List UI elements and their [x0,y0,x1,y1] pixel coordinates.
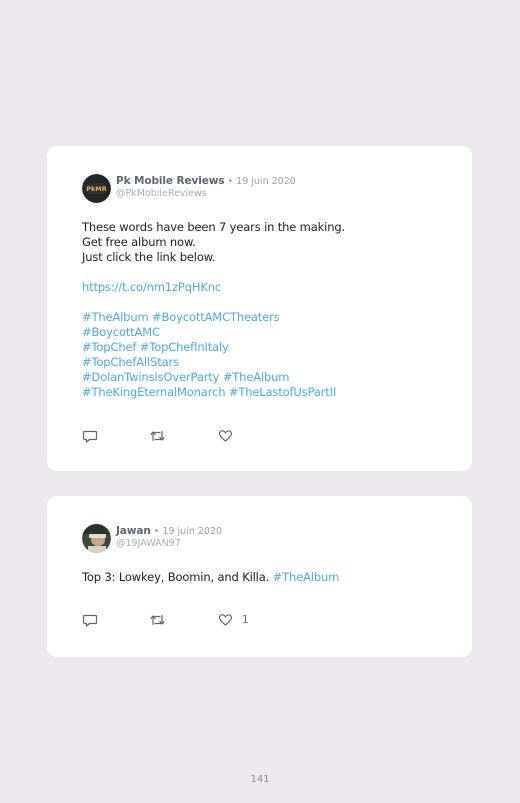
reply-button[interactable] [82,612,98,628]
heart-icon [218,430,233,442]
tweet-author: Jawan • 19 juin 2020 @19JAWAN97 [116,525,222,550]
page-number: 141 [250,774,270,785]
like-button[interactable]: 1 [218,612,249,628]
tweet-card: Jawan • 19 juin 2020 @19JAWAN97 Top 3: L… [47,496,472,657]
retweet-icon [150,614,165,626]
tweet-line: Top 3: Lowkey, Boomin, and Killa. [82,570,273,584]
tweet-date: • 19 juin 2020 [150,526,223,537]
like-button[interactable] [218,428,233,444]
tweet-link[interactable]: https://t.co/nm1zPqHKnc [82,280,442,295]
tweet-line: Just click the link below. [82,250,216,264]
reply-button[interactable] [82,428,98,444]
hashtag-line[interactable]: #TheKingEternalMonarch #TheLastofUsPartI… [82,385,442,400]
hashtag-line[interactable]: #TopChef #TopChefInItaly [82,340,442,355]
tweet-line: These words have been 7 years in the mak… [82,220,345,234]
hashtag-line[interactable]: #TheAlbum #BoycottAMCTheaters [82,310,442,325]
hashtag-line[interactable]: #DolanTwinsIsOverParty #TheAlbum [82,370,442,385]
author-name[interactable]: Jawan [116,525,151,537]
avatar-logo-text: PkMR [86,185,107,193]
reply-icon [82,614,98,627]
author-handle[interactable]: @19JAWAN97 [116,538,222,550]
heart-icon [218,614,233,626]
retweet-icon [150,430,165,442]
avatar[interactable]: PkMR [82,174,111,203]
tweet-text: These words have been 7 years in the mak… [82,220,442,400]
tweet-author: Pk Mobile Reviews • 19 juin 2020 @PkMobi… [116,175,296,200]
reply-icon [82,430,98,443]
retweet-button[interactable] [149,428,166,444]
hashtag-line[interactable]: #TopChefAllStars [82,355,442,370]
tweet-text: Top 3: Lowkey, Boomin, and Killa. #TheAl… [82,570,442,585]
author-handle[interactable]: @PkMobileReviews [116,188,296,200]
tweet-date: • 19 juin 2020 [224,176,296,187]
retweet-button[interactable] [149,612,166,628]
hashtag-line[interactable]: #BoycottAMC [82,325,442,340]
author-name[interactable]: Pk Mobile Reviews [116,175,225,187]
tweet-card: PkMR Pk Mobile Reviews • 19 juin 2020 @P… [47,146,472,471]
avatar[interactable] [82,524,111,553]
hashtag[interactable]: #TheAlbum [273,570,340,584]
tweet-line: Get free album now. [82,235,196,249]
like-count: 1 [242,614,249,626]
